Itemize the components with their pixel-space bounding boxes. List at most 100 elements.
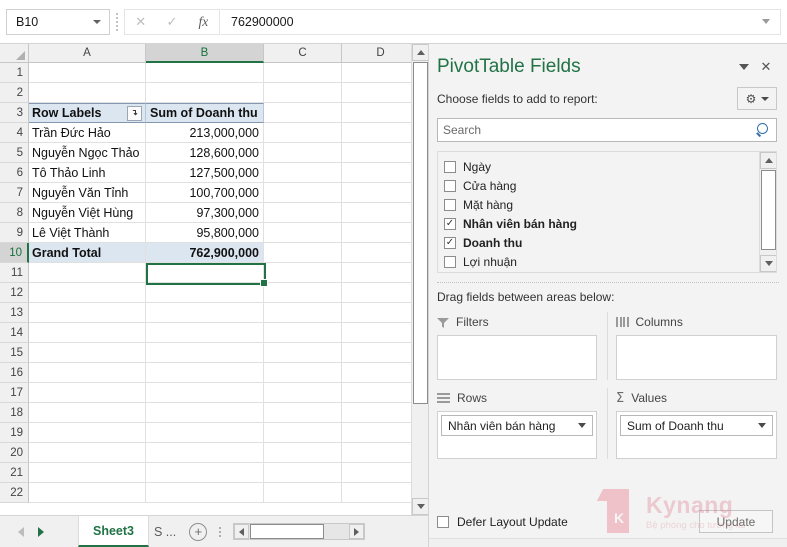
cell-c5[interactable] [264,143,342,163]
scroll-right-icon[interactable] [349,524,365,539]
caret-down-icon[interactable] [578,423,586,428]
panel-minimize-icon[interactable] [733,56,755,78]
row-header-20[interactable]: 20 [0,443,29,463]
cell-c22[interactable] [264,483,342,503]
row-header-11[interactable]: 11 [0,263,29,283]
plus-circle-icon[interactable]: + [189,522,208,541]
rows-area[interactable]: Rows Nhân viên bán hàng [437,388,607,459]
cell-a3-row-labels[interactable]: Row Labels ↴ [29,103,146,123]
cell-a5[interactable]: Nguyễn Ngọc Thảo [29,143,146,163]
cell-a19[interactable] [29,423,146,443]
cell-b21[interactable] [146,463,264,483]
cell-a6[interactable]: Tô Thảo Linh [29,163,146,183]
horizontal-scrollbar[interactable] [233,523,366,540]
checkbox-checked[interactable]: ✓ [444,217,456,230]
cell-b9[interactable]: 95,800,000 [146,223,264,243]
cell-a4[interactable]: Trần Đức Hảo [29,123,146,143]
chevron-down-icon[interactable] [93,19,101,24]
cell-a7[interactable]: Nguyễn Văn Tỉnh [29,183,146,203]
filters-dropzone[interactable] [437,335,597,380]
cell-c15[interactable] [264,343,342,363]
vertical-scroll-thumb[interactable] [413,62,428,404]
row-header-4[interactable]: 4 [0,123,29,143]
cell-a8[interactable]: Nguyễn Việt Hùng [29,203,146,223]
row-header-2[interactable]: 2 [0,83,29,103]
cell-c18[interactable] [264,403,342,423]
cell-a13[interactable] [29,303,146,323]
cell-c8[interactable] [264,203,342,223]
row-header-16[interactable]: 16 [0,363,29,383]
field-list[interactable]: Ngày Cửa hàng Mặt hàng ✓ Nhân viên bán h… [437,151,777,273]
cell-b10-grand-total-value[interactable]: 762,900,000 [146,243,264,263]
search-input[interactable]: Search [437,118,777,142]
row-header-8[interactable]: 8 [0,203,29,223]
rows-dropzone[interactable]: Nhân viên bán hàng [437,411,597,459]
cell-d22[interactable] [342,483,420,503]
cell-b20[interactable] [146,443,264,463]
cell-a11[interactable] [29,263,146,283]
cell-c6[interactable] [264,163,342,183]
row-header-17[interactable]: 17 [0,383,29,403]
checkbox[interactable] [444,255,456,268]
cell-c9[interactable] [264,223,342,243]
cell-c20[interactable] [264,443,342,463]
row-header-1[interactable]: 1 [0,63,29,83]
cell-d6[interactable] [342,163,420,183]
cell-b1[interactable] [146,63,264,83]
cell-b7[interactable]: 100,700,000 [146,183,264,203]
cell-b5[interactable]: 128,600,000 [146,143,264,163]
sheet-tab-truncated[interactable]: S ... [149,516,182,547]
filters-area[interactable]: Filters [437,312,607,380]
cell-c7[interactable] [264,183,342,203]
field-item-mat-hang[interactable]: Mặt hàng [444,195,759,214]
cell-b6[interactable]: 127,500,000 [146,163,264,183]
field-item-doanh-thu[interactable]: ✓ Doanh thu [444,233,759,252]
cell-b15[interactable] [146,343,264,363]
cell-a1[interactable] [29,63,146,83]
scroll-down-icon[interactable] [760,255,776,272]
cell-d3[interactable] [342,103,420,123]
checkbox[interactable] [444,198,456,211]
scroll-down-icon[interactable] [412,498,429,515]
row-header-19[interactable]: 19 [0,423,29,443]
cell-d7[interactable] [342,183,420,203]
column-header-d[interactable]: D [342,44,420,63]
cell-a12[interactable] [29,283,146,303]
cell-b13[interactable] [146,303,264,323]
row-header-5[interactable]: 5 [0,143,29,163]
close-icon[interactable]: ✕ [755,56,777,78]
cell-d8[interactable] [342,203,420,223]
cell-c17[interactable] [264,383,342,403]
row-header-13[interactable]: 13 [0,303,29,323]
rows-field-pill[interactable]: Nhân viên bán hàng [441,415,593,436]
checkbox[interactable] [437,516,449,528]
column-header-c[interactable]: C [264,44,342,63]
cell-d9[interactable] [342,223,420,243]
scroll-up-icon[interactable] [412,44,429,61]
cell-b2[interactable] [146,83,264,103]
cell-c11[interactable] [264,263,342,283]
insert-function-icon[interactable]: fx [190,10,216,34]
row-header-18[interactable]: 18 [0,403,29,423]
cell-b4[interactable]: 213,000,000 [146,123,264,143]
filter-sort-icon[interactable]: ↴ [127,105,142,121]
row-header-12[interactable]: 12 [0,283,29,303]
cell-c2[interactable] [264,83,342,103]
nav-next-icon[interactable] [38,526,44,537]
column-header-a[interactable]: A [29,44,146,63]
sheet-tab-sheet3[interactable]: Sheet3 [78,516,149,547]
columns-dropzone[interactable] [616,335,777,380]
cancel-icon[interactable]: ✕ [128,10,154,34]
field-list-scroll-thumb[interactable] [761,170,776,250]
cell-d21[interactable] [342,463,420,483]
cell-d13[interactable] [342,303,420,323]
cell-a22[interactable] [29,483,146,503]
cell-d12[interactable] [342,283,420,303]
cell-a18[interactable] [29,403,146,423]
cell-b16[interactable] [146,363,264,383]
check-icon[interactable]: ✓ [159,10,185,34]
row-header-10[interactable]: 10 [0,243,29,263]
cell-a14[interactable] [29,323,146,343]
cell-c12[interactable] [264,283,342,303]
cell-a15[interactable] [29,343,146,363]
